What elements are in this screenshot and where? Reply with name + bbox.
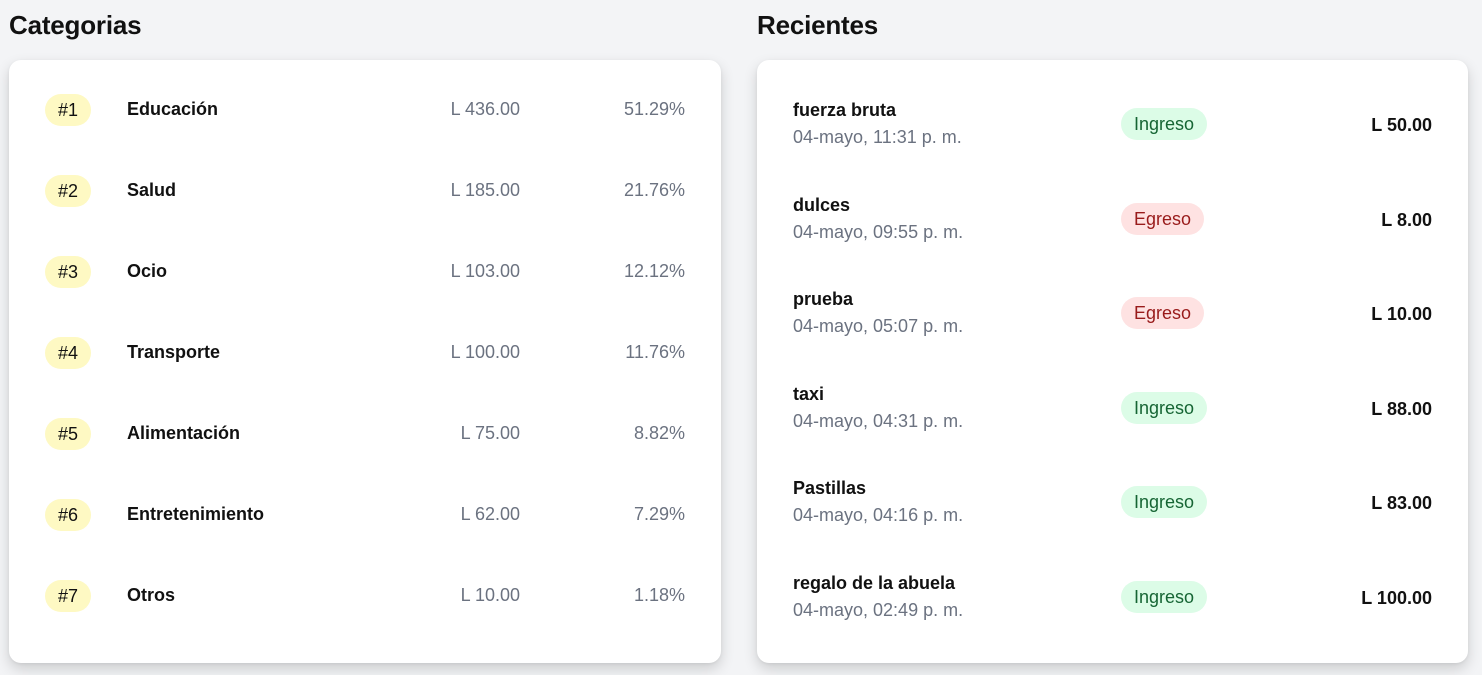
category-name: Entretenimiento bbox=[127, 504, 265, 524]
category-amount: L 103.00 bbox=[450, 261, 520, 281]
transaction-name: dulces bbox=[793, 195, 851, 215]
transaction-amount: L 8.00 bbox=[1381, 210, 1432, 230]
category-amount: L 62.00 bbox=[460, 504, 520, 524]
category-row[interactable]: #2 Salud L 185.00 21.76% bbox=[9, 171, 721, 211]
category-percent: 1.18% bbox=[633, 585, 685, 605]
categories-card: #1 Educación L 436.00 51.29% #2 Salud L … bbox=[9, 60, 721, 663]
transaction-amount: L 100.00 bbox=[1361, 588, 1432, 608]
category-row[interactable]: #3 Ocio L 103.00 12.12% bbox=[9, 252, 721, 292]
category-percent: 12.12% bbox=[623, 261, 685, 281]
transaction-amount: L 50.00 bbox=[1371, 115, 1432, 135]
category-row[interactable]: #4 Transporte L 100.00 11.76% bbox=[9, 333, 721, 373]
category-rank-badge: #7 bbox=[45, 580, 91, 612]
transaction-type-badge: Egreso bbox=[1121, 203, 1205, 235]
recent-card: fuerza bruta 04-mayo, 11:31 p. m. Ingres… bbox=[757, 60, 1468, 663]
category-rank-badge: #2 bbox=[45, 175, 91, 207]
category-name: Educación bbox=[127, 99, 219, 119]
transaction-date: 04-mayo, 09:55 p. m. bbox=[793, 222, 964, 242]
category-name: Alimentación bbox=[127, 423, 241, 443]
category-rank-badge: #4 bbox=[45, 337, 91, 369]
transaction-type-badge: Ingreso bbox=[1121, 392, 1208, 424]
category-row[interactable]: #1 Educación L 436.00 51.29% bbox=[9, 90, 721, 130]
category-name: Ocio bbox=[127, 261, 168, 281]
category-row[interactable]: #7 Otros L 10.00 1.18% bbox=[9, 576, 721, 616]
transaction-date: 04-mayo, 11:31 p. m. bbox=[793, 127, 962, 147]
transaction-row[interactable]: regalo de la abuela 04-mayo, 02:49 p. m.… bbox=[757, 571, 1468, 631]
transaction-name: fuerza bruta bbox=[793, 100, 897, 120]
category-name: Salud bbox=[127, 180, 177, 200]
category-amount: L 10.00 bbox=[460, 585, 520, 605]
transaction-name: taxi bbox=[793, 384, 825, 404]
transaction-date: 04-mayo, 02:49 p. m. bbox=[793, 600, 964, 620]
category-percent: 7.29% bbox=[633, 504, 685, 524]
transaction-row[interactable]: Pastillas 04-mayo, 04:16 p. m. Ingreso L… bbox=[757, 476, 1468, 536]
category-rank-badge: #3 bbox=[45, 256, 91, 288]
transaction-row[interactable]: prueba 04-mayo, 05:07 p. m. Egreso L 10.… bbox=[757, 287, 1468, 347]
transaction-type-badge: Ingreso bbox=[1121, 486, 1208, 518]
category-name: Transporte bbox=[127, 342, 221, 362]
transaction-date: 04-mayo, 05:07 p. m. bbox=[793, 316, 964, 336]
transaction-type-badge: Ingreso bbox=[1121, 108, 1208, 140]
category-row[interactable]: #5 Alimentación L 75.00 8.82% bbox=[9, 414, 721, 454]
transaction-amount: L 10.00 bbox=[1371, 304, 1432, 324]
transaction-amount: L 88.00 bbox=[1371, 399, 1432, 419]
category-rank-badge: #1 bbox=[45, 94, 91, 126]
category-amount: L 75.00 bbox=[460, 423, 520, 443]
category-percent: 21.76% bbox=[623, 180, 685, 200]
transaction-amount: L 83.00 bbox=[1371, 493, 1432, 513]
category-percent: 8.82% bbox=[633, 423, 685, 443]
transaction-row[interactable]: taxi 04-mayo, 04:31 p. m. Ingreso L 88.0… bbox=[757, 382, 1468, 442]
category-name: Otros bbox=[127, 585, 176, 605]
category-percent: 11.76% bbox=[625, 342, 685, 362]
category-amount: L 185.00 bbox=[450, 180, 520, 200]
transaction-name: Pastillas bbox=[793, 478, 867, 498]
category-percent: 51.29% bbox=[623, 99, 685, 119]
category-rank-badge: #6 bbox=[45, 499, 91, 531]
category-row[interactable]: #6 Entretenimiento L 62.00 7.29% bbox=[9, 495, 721, 535]
recent-title: Recientes bbox=[757, 10, 879, 40]
transaction-date: 04-mayo, 04:16 p. m. bbox=[793, 505, 964, 525]
transaction-date: 04-mayo, 04:31 p. m. bbox=[793, 411, 964, 431]
transaction-row[interactable]: fuerza bruta 04-mayo, 11:31 p. m. Ingres… bbox=[757, 98, 1468, 158]
transaction-row[interactable]: dulces 04-mayo, 09:55 p. m. Egreso L 8.0… bbox=[757, 193, 1468, 253]
transaction-name: regalo de la abuela bbox=[793, 573, 956, 593]
category-amount: L 100.00 bbox=[450, 342, 520, 362]
category-amount: L 436.00 bbox=[450, 99, 520, 119]
transaction-type-badge: Egreso bbox=[1121, 297, 1205, 329]
transaction-type-badge: Ingreso bbox=[1121, 581, 1208, 613]
category-rank-badge: #5 bbox=[45, 418, 91, 450]
categories-title: Categorias bbox=[9, 10, 142, 40]
transaction-name: prueba bbox=[793, 289, 854, 309]
